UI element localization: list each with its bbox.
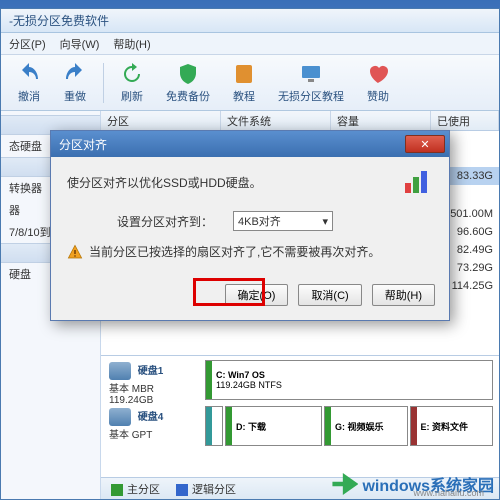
help-button[interactable]: 帮助(H) [372,284,435,306]
combo-value: 4KB对齐 [238,213,281,229]
partition-label: G: 视频娱乐 [335,420,403,433]
partition-label: D: 下载 [236,420,317,433]
close-icon: ✕ [420,138,429,151]
disk-size: 119.24GB [109,395,153,406]
toolbar-label: 刷新 [121,88,143,104]
dialog-title: 分区对齐 [59,136,107,153]
partition-size: 119.24GB NTFS [216,380,488,390]
col-filesystem[interactable]: 文件系统 [221,111,331,130]
course-button[interactable]: 无损分区教程 [268,60,354,106]
setting-row: 设置分区对齐到： 4KB对齐 ▾ [117,211,433,231]
toolbar-label: 赞助 [367,88,389,104]
list-header: 分区 文件系统 容量 已使用 [101,111,499,131]
legend-primary: 主分区 [111,481,160,497]
tutorial-button[interactable]: 教程 [222,60,266,106]
toolbar-label: 撤消 [18,88,40,104]
disk-label: 硬盘1 基本 MBR 119.24GB [105,360,205,400]
toolbar-separator [103,63,104,103]
close-button[interactable]: ✕ [405,135,445,153]
dialog-body: 使分区对齐以优化SSD或HDD硬盘。 设置分区对齐到： 4KB对齐 ▾ 当前分区… [51,157,449,274]
sponsor-button[interactable]: 赞助 [356,60,400,106]
disk-name: 硬盘1 [138,366,164,377]
toolbar-label: 重做 [64,88,86,104]
menu-help[interactable]: 帮助(H) [113,36,150,52]
legend-swatch-logical [176,484,188,496]
menu-wizard[interactable]: 向导(W) [60,36,100,52]
disk-map: 硬盘1 基本 MBR 119.24GB C: Win7 OS 119.24GB … [101,355,499,475]
monitor-icon [299,62,323,86]
watermark-logo-icon [332,473,358,495]
disk-icon [109,362,131,380]
refresh-button[interactable]: 刷新 [110,60,154,106]
warning-row: 当前分区已按选择的扇区对齐了,它不需要被再次对齐。 [67,243,433,260]
cancel-button[interactable]: 取消(C) [298,284,361,306]
toolbar-label: 教程 [233,88,255,104]
disk-row[interactable]: 硬盘1 基本 MBR 119.24GB C: Win7 OS 119.24GB … [105,360,495,400]
book-icon [232,62,256,86]
main-toolbar: 撤消 重做 刷新 免费备份 教程 无损分区教程 赞助 [1,55,499,111]
partition-block[interactable]: G: 视频娱乐 [324,406,408,446]
dialog-message: 使分区对齐以优化SSD或HDD硬盘。 [67,174,262,191]
toolbar-label: 免费备份 [166,88,210,104]
disk-icon [109,408,131,426]
heart-icon [366,62,390,86]
partition-block[interactable]: D: 下载 [225,406,322,446]
chevron-down-icon: ▾ [322,215,328,228]
disk-row[interactable]: 硬盘4 基本 GPT D: 下载 G: 视频娱乐 E: 资料文件 [105,406,495,446]
partition-block[interactable] [205,406,223,446]
col-partition[interactable]: 分区 [101,111,221,130]
menu-partition[interactable]: 分区(P) [9,36,46,52]
dialog-message-row: 使分区对齐以优化SSD或HDD硬盘。 [67,171,433,193]
redo-icon [63,62,87,86]
redo-button[interactable]: 重做 [53,60,97,106]
dialog-buttons: 确定(O) 取消(C) 帮助(H) [51,274,449,320]
warning-text: 当前分区已按选择的扇区对齐了,它不需要被再次对齐。 [89,243,380,260]
watermark-url: www.nahaifu.com [413,488,484,498]
partition-label: C: Win7 OS [216,370,488,380]
disk-name: 硬盘4 [138,412,164,423]
partition-label: E: 资料文件 [421,420,489,433]
dialog-title-bar[interactable]: 分区对齐 ✕ [51,131,449,157]
disk-type: 基本 GPT [109,430,152,441]
legend-swatch-primary [111,484,123,496]
warning-icon [67,244,83,260]
col-capacity[interactable]: 容量 [331,111,431,130]
disk-label: 硬盘4 基本 GPT [105,406,205,446]
setting-label: 设置分区对齐到： [117,213,213,230]
partition-block[interactable]: E: 资料文件 [410,406,494,446]
menu-bar: 分区(P) 向导(W) 帮助(H) [1,33,499,55]
col-used[interactable]: 已使用 [431,111,499,130]
undo-button[interactable]: 撤消 [7,60,51,106]
app-title: 无损分区免费软件 [13,12,109,29]
ok-button[interactable]: 确定(O) [225,284,289,306]
align-combobox[interactable]: 4KB对齐 ▾ [233,211,333,231]
partition-block[interactable]: C: Win7 OS 119.24GB NTFS [205,360,493,400]
disk-type: 基本 MBR [109,384,154,395]
shield-icon [176,62,200,86]
bar-chart-icon [405,171,433,193]
main-title-bar: - 无损分区免费软件 [1,9,499,33]
backup-button[interactable]: 免费备份 [156,60,220,106]
undo-icon [17,62,41,86]
refresh-icon [120,62,144,86]
toolbar-label: 无损分区教程 [278,88,344,104]
align-dialog: 分区对齐 ✕ 使分区对齐以优化SSD或HDD硬盘。 设置分区对齐到： 4KB对齐… [50,130,450,321]
legend-logical: 逻辑分区 [176,481,236,497]
watermark: windows系统家园 www.nahaifu.com [332,472,494,496]
